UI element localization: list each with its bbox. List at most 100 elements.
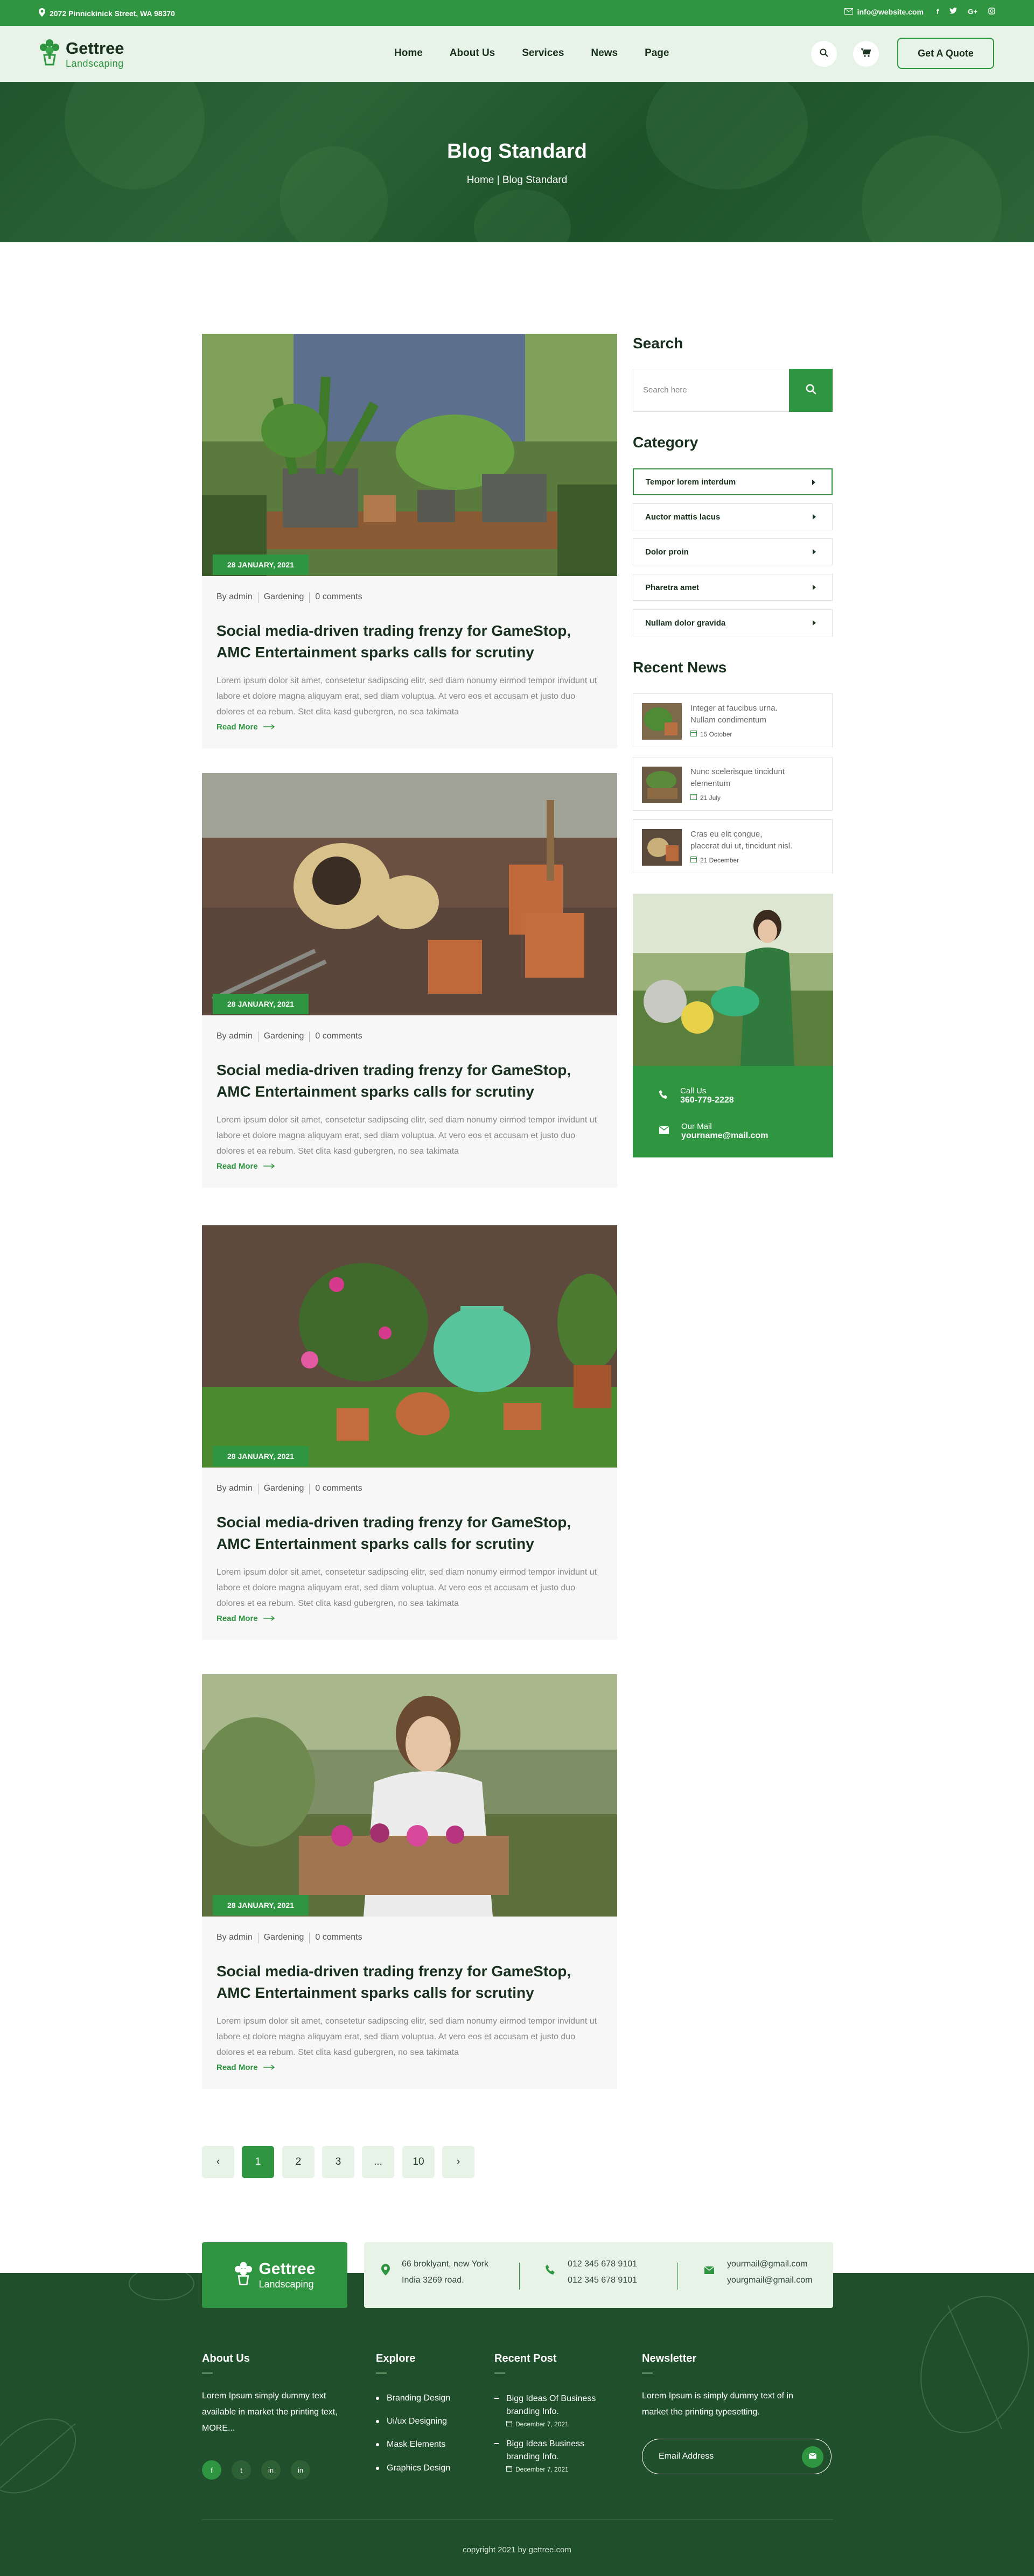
footer-explore-link[interactable]: Branding Design [376,2393,450,2403]
read-more-link[interactable]: Read More [216,1162,275,1171]
search-button[interactable] [811,41,837,67]
footer-logo-name: Gettree [258,2260,316,2278]
mail-label: Our Mail [681,1122,712,1131]
facebook-icon[interactable]: f [937,8,939,16]
post-author[interactable]: By admin [216,1484,253,1494]
category-item[interactable]: Dolor proin [633,538,833,565]
post-image[interactable] [202,773,617,1015]
nav-page[interactable]: Page [645,47,669,59]
mail-icon [703,2264,715,2280]
category-item[interactable]: Pharetra amet [633,574,833,601]
news-title: Integer at faucibus urna. Nullam condime… [690,704,778,725]
nav-news[interactable]: News [591,47,618,59]
nav-services[interactable]: Services [522,47,564,59]
contact-box: Call Us 360-779-2228 Our Mail yourname@mai… [633,1066,833,1157]
nav-about-us[interactable]: About Us [450,47,495,59]
google-plus-icon[interactable]: G+ [968,8,977,16]
post-image[interactable] [202,334,617,576]
footer-recent-post[interactable]: Bigg Ideas Business branding Info. Decem… [494,2438,602,2473]
post-category[interactable]: Gardening [264,1031,304,1042]
post-comments[interactable]: 0 comments [315,592,362,603]
logo-name: Gettree [66,39,124,58]
recent-news-item[interactable]: Cras eu elit congue, placerat dui ut, ti… [633,819,833,873]
footer-about-text: Lorem Ipsum simply dummy text available … [202,2391,338,2433]
post-category[interactable]: Gardening [264,592,304,603]
footer-email[interactable]: yourmail@gmail.com yourgmail@gmail.com [703,2256,813,2289]
footer-recent-post[interactable]: Bigg Ideas Of Business branding Info. De… [494,2392,602,2428]
footer-explore-link[interactable]: Mask Elements [376,2440,445,2449]
footer-phone[interactable]: 012 345 678 9101 012 345 678 9101 [545,2256,637,2289]
page-title: Blog Standard [447,140,587,163]
post-author[interactable]: By admin [216,1031,253,1042]
footer-explore-link[interactable]: Ui/ux Designing [376,2417,447,2426]
cart-button[interactable] [853,41,879,67]
pagination-page-2[interactable]: 2 [282,2146,315,2178]
breadcrumb-home[interactable]: Home [467,174,494,186]
post-category[interactable]: Gardening [264,1933,304,1943]
post-comments[interactable]: 0 comments [315,1484,362,1494]
footer-facebook-icon[interactable]: f [202,2460,221,2480]
post-title[interactable]: Social media-driven trading frenzy for G… [216,620,604,663]
sidebar-search-button[interactable] [789,369,833,412]
post-image[interactable] [202,1674,617,1917]
footer-contact-card: 66 broklyant, new York India 3269 road. 0… [364,2242,833,2308]
pagination-prev[interactable]: ‹ [202,2146,234,2178]
read-more-link[interactable]: Read More [216,2063,275,2072]
post-image[interactable] [202,1225,617,1468]
nav-home[interactable]: Home [394,47,423,59]
top-address: 2072 Pinnickinick Street, WA 98370 [39,8,175,18]
post-title[interactable]: Social media-driven trading frenzy for G… [216,1059,604,1103]
footer-linkedin-icon[interactable]: in [291,2460,310,2480]
category-item[interactable]: Nullam dolor gravida [633,609,833,636]
instagram-icon[interactable] [988,8,995,16]
read-more-link[interactable]: Read More [216,722,275,732]
post-author[interactable]: By admin [216,592,253,603]
call-number: 360-779-2228 [680,1096,734,1105]
post-comments[interactable]: 0 comments [315,1031,362,1042]
footer-recent-heading: Recent Post [494,2353,557,2364]
pagination-page-10[interactable]: 10 [402,2146,435,2178]
post-title[interactable]: Social media-driven trading frenzy for G… [216,1961,604,2004]
mail-icon [659,1126,669,1137]
read-more-link[interactable]: Read More [216,1614,275,1623]
call-label: Call Us [680,1086,707,1096]
calendar-icon [506,2420,512,2428]
footer-instagram-icon[interactable]: in [261,2460,281,2480]
location-pin-icon [39,8,45,18]
news-thumbnail [642,767,682,803]
calendar-icon [690,794,697,802]
news-thumbnail [642,703,682,740]
pagination-page-1[interactable]: 1 [242,2146,274,2178]
footer-newsletter-heading: Newsletter [642,2353,697,2364]
footer-twitter-icon[interactable]: t [232,2460,251,2480]
category-item[interactable]: Auctor mattis lacus [633,503,833,530]
category-item[interactable]: Tempor lorem interdum [633,468,833,495]
footer-explore-link[interactable]: Graphics Design [376,2463,450,2473]
post-excerpt: Lorem ipsum dolor sit amet, consetetur s… [216,2017,597,2057]
news-date: 21 December [700,856,739,864]
newsletter-submit-button[interactable] [802,2446,823,2468]
pagination-page-3[interactable]: 3 [322,2146,354,2178]
post-category[interactable]: Gardening [264,1484,304,1494]
post-author[interactable]: By admin [216,1933,253,1943]
recent-news-item[interactable]: Nunc scelerisque tincidunt elementum 21 … [633,757,833,811]
our-mail[interactable]: Our Mail yourname@mail.com [659,1122,768,1141]
site-logo[interactable]: Gettree Landscaping [39,38,124,71]
footer-address: 66 broklyant, new York India 3269 road. [381,2256,488,2289]
news-title: Nunc scelerisque tincidunt elementum [690,767,785,788]
blog-post: 28 JANUARY, 2021 By admin Gardening 0 comm… [202,1674,617,2089]
footer-logo[interactable]: Gettree Landscaping [202,2242,347,2308]
post-title[interactable]: Social media-driven trading frenzy for G… [216,1512,604,1555]
twitter-icon[interactable] [949,8,958,16]
calendar-icon [506,2466,512,2473]
search-heading: Search [633,335,683,352]
recent-news-item[interactable]: Integer at faucibus urna. Nullam condime… [633,693,833,747]
newsletter-email-input[interactable]: Email Address [642,2439,832,2474]
call-us[interactable]: Call Us 360-779-2228 [659,1086,734,1105]
pagination-next[interactable]: › [442,2146,474,2178]
post-comments[interactable]: 0 comments [315,1933,362,1943]
arrow-right-icon [263,1162,275,1171]
top-email[interactable]: info@website.com [844,8,924,16]
get-a-quote-button[interactable]: Get A Quote [897,38,994,69]
footer-newsletter-text: Lorem Ipsum is simply dummy text of in m… [642,2391,793,2417]
